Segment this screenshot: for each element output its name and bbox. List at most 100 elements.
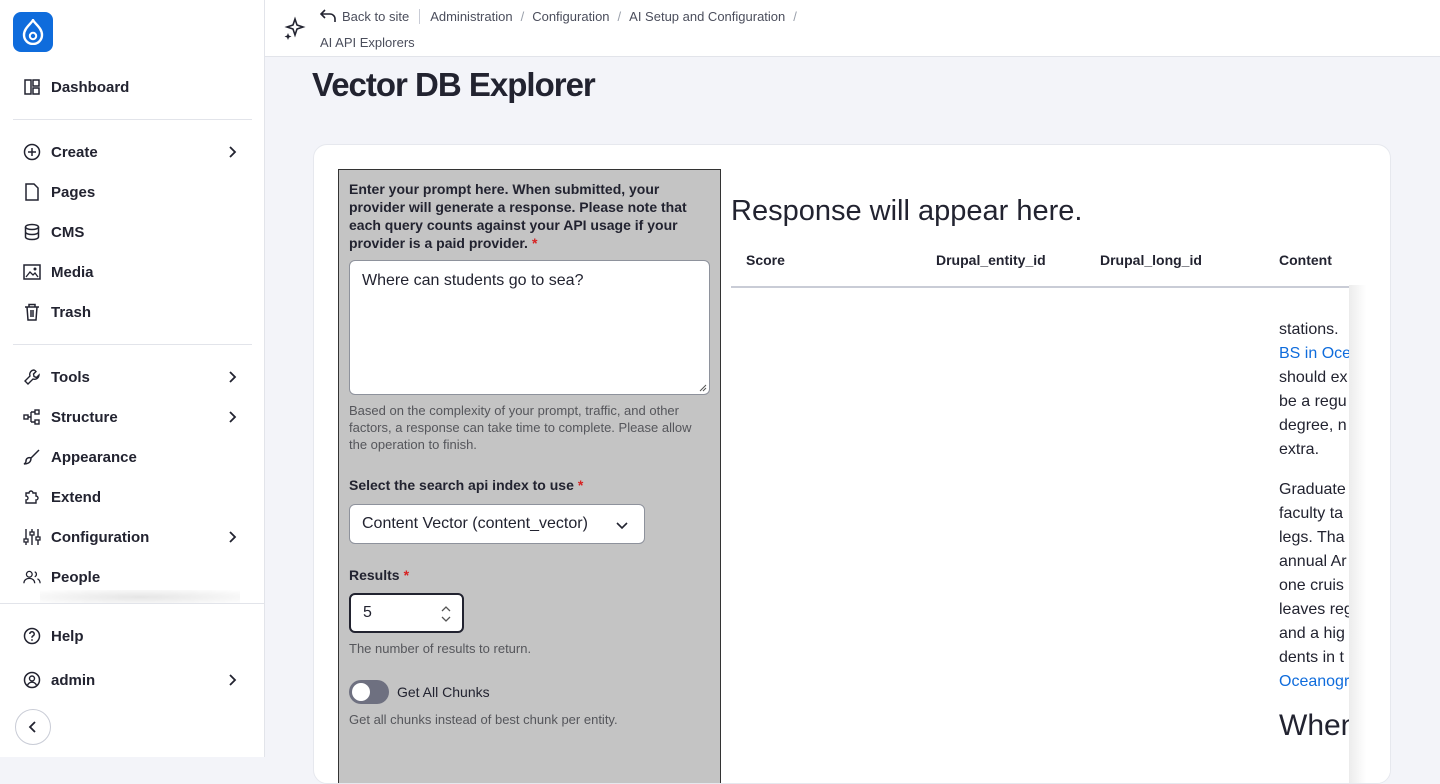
sidebar-item-structure[interactable]: Structure [13, 399, 252, 435]
number-stepper-icon[interactable] [440, 603, 452, 625]
sidebar-item-label: Dashboard [51, 78, 130, 96]
content-link[interactable]: BS in Oce [1279, 342, 1349, 366]
breadcrumb-item[interactable]: Configuration [532, 9, 609, 24]
sidebar-item-media[interactable]: Media [13, 254, 252, 290]
back-to-site-link[interactable]: Back to site [320, 8, 421, 24]
results-value: 5 [363, 604, 372, 621]
sidebar-item-label: People [51, 568, 101, 586]
sidebar-item-label: admin [51, 671, 96, 689]
toggle-knob [352, 683, 370, 701]
user-icon [23, 671, 41, 689]
trash-icon [23, 303, 41, 321]
breadcrumb: Back to site Administration / Configurat… [320, 6, 805, 52]
chevron-down-icon [616, 522, 628, 530]
sidebar-item-trash[interactable]: Trash [13, 294, 252, 330]
sidebar-item-label: Configuration [51, 528, 150, 546]
dashboard-icon [23, 78, 41, 96]
sidebar-item-label: Extend [51, 488, 102, 506]
sidebar-item-pages[interactable]: Pages [13, 174, 252, 210]
breadcrumb-item[interactable]: Administration [430, 9, 512, 24]
chevron-right-icon [229, 371, 237, 383]
prompt-form: Enter your prompt here. When submitted, … [338, 169, 721, 783]
index-label-text: Select the search api index to use [349, 477, 574, 493]
chevron-right-icon [229, 411, 237, 423]
required-marker: * [531, 235, 538, 251]
content-link[interactable]: Oceanogr [1279, 670, 1349, 694]
prompt-value: Where can students go to sea? [362, 272, 584, 289]
sidebar-item-label: Appearance [51, 448, 137, 466]
sidebar-item-create[interactable]: Create [13, 134, 252, 170]
column-header-entity-id: Drupal_entity_id [936, 252, 1046, 268]
response-heading: Response will appear here. [731, 195, 1083, 227]
drupal-logo[interactable] [13, 12, 53, 52]
prompt-help: Based on the complexity of your prompt, … [349, 403, 692, 452]
column-header-score: Score [746, 252, 785, 268]
required-marker: * [577, 477, 584, 493]
content-line: leaves reg [1279, 601, 1349, 618]
brush-icon [23, 448, 41, 466]
sidebar-item-tools[interactable]: Tools [13, 359, 252, 395]
sidebar-item-cms[interactable]: CMS [13, 214, 252, 250]
help-icon [23, 627, 41, 645]
content-line: dents in t [1279, 649, 1344, 666]
sidebar-item-help[interactable]: Help [13, 618, 252, 654]
wrench-icon [23, 368, 41, 386]
sidebar-item-user[interactable]: admin [13, 662, 252, 698]
sliders-icon [23, 528, 41, 546]
sidebar-item-appearance[interactable]: Appearance [13, 439, 252, 475]
content-line: should ex [1279, 369, 1348, 386]
database-icon [23, 223, 41, 241]
resize-grip-icon[interactable] [697, 382, 707, 392]
results-input[interactable]: 5 [349, 593, 464, 633]
content-line: legs. Tha [1279, 529, 1345, 546]
breadcrumb-separator: / [617, 8, 622, 24]
sidebar-item-label: Pages [51, 183, 96, 201]
sidebar: Dashboard Create Pages CMS Media Trash T… [0, 0, 265, 757]
prompt-label-text: Enter your prompt here. When submitted, … [349, 181, 687, 251]
sidebar-item-label: Tools [51, 368, 90, 386]
chevron-right-icon [229, 674, 237, 686]
sidebar-item-label: Help [51, 627, 84, 645]
chevron-right-icon [229, 146, 237, 158]
media-icon [23, 263, 41, 281]
result-content-cell: stations. BS in Oce should ex be a regu … [1279, 318, 1349, 783]
get-all-chunks-toggle[interactable] [349, 680, 389, 704]
drupal-drop-icon [22, 19, 44, 45]
sidebar-item-dashboard[interactable]: Dashboard [13, 69, 252, 105]
collapse-sidebar-button[interactable] [15, 709, 51, 745]
content-line: degree, n [1279, 417, 1347, 434]
content-heading: When [1279, 709, 1349, 742]
breadcrumb-separator: / [520, 8, 525, 24]
sparkle-icon[interactable] [283, 16, 309, 42]
required-marker: * [403, 567, 410, 583]
prompt-textarea[interactable]: Where can students go to sea? [349, 260, 710, 395]
chunks-help: Get all chunks instead of best chunk per… [349, 712, 618, 727]
sidebar-item-label: Structure [51, 408, 118, 426]
content-line: annual Ar [1279, 553, 1347, 570]
sidebar-item-label: Trash [51, 303, 92, 321]
divider [13, 119, 252, 120]
index-label: Select the search api index to use * [349, 476, 583, 494]
breadcrumb-separator: / [793, 8, 797, 24]
breadcrumb-item[interactable]: AI Setup and Configuration [629, 9, 785, 24]
breadcrumb-current: AI API Explorers [320, 34, 415, 50]
chevron-left-icon [28, 721, 36, 733]
content-line: be a regu [1279, 393, 1347, 410]
top-bar: Back to site Administration / Configurat… [265, 0, 1440, 57]
explorer-card: Enter your prompt here. When submitted, … [313, 144, 1391, 784]
chevron-right-icon [229, 531, 237, 543]
sidebar-item-label: Media [51, 263, 94, 281]
sidebar-item-configuration[interactable]: Configuration [13, 519, 252, 555]
people-icon [23, 568, 41, 586]
content-line: stations. [1279, 321, 1339, 338]
index-select[interactable]: Content Vector (content_vector) [349, 504, 645, 544]
sidebar-item-extend[interactable]: Extend [13, 479, 252, 515]
prompt-label: Enter your prompt here. When submitted, … [349, 180, 710, 252]
structure-icon [23, 408, 41, 426]
divider [13, 344, 252, 345]
scroll-shadow [40, 590, 240, 604]
plus-circle-icon [23, 143, 41, 161]
sidebar-item-label: CMS [51, 223, 85, 241]
results-label-text: Results [349, 567, 400, 583]
